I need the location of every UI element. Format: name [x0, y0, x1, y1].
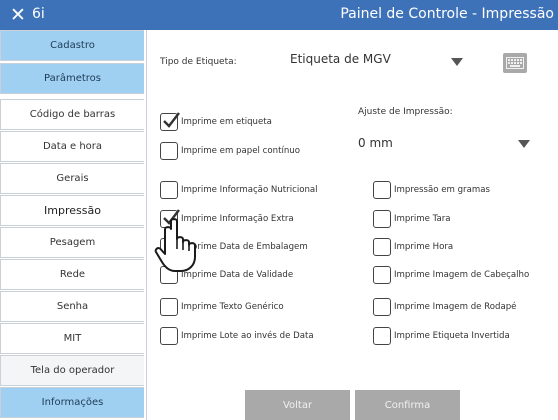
sidebar-item-impressao[interactable]: Impressão — [0, 195, 144, 226]
sidebar: Cadastro Parâmetros Código de barras Dat… — [0, 30, 147, 420]
sidebar-item-mit[interactable]: MIT — [0, 323, 144, 354]
chevron-down-icon — [518, 140, 530, 148]
sidebar-item-rede[interactable]: Rede — [0, 259, 144, 290]
print-adjust-value: 0 mm — [358, 136, 393, 150]
checkbox-label: Imprime Texto Genérico — [181, 302, 284, 312]
confirm-button[interactable]: Confirma — [355, 390, 460, 420]
chevron-down-icon — [451, 58, 463, 66]
checkbox-print-on-continuous-paper[interactable]: Imprime em papel contínuo — [160, 142, 300, 160]
sidebar-item-label: Código de barras — [29, 109, 116, 120]
checkbox-print-tare[interactable]: Imprime Tara — [373, 210, 451, 228]
title-bar: ✕ 6i Painel de Controle - Impressão — [0, 0, 558, 30]
checkbox-box[interactable] — [373, 238, 391, 256]
label-type-label: Tipo de Etiqueta: — [160, 57, 237, 67]
sidebar-item-label: Rede — [59, 269, 86, 280]
confirm-button-label: Confirma — [384, 399, 431, 411]
checkbox-box[interactable] — [373, 298, 391, 316]
sidebar-item-informacoes[interactable]: Informações — [0, 387, 144, 418]
print-adjust-label: Ajuste de Impressão: — [358, 107, 453, 117]
sidebar-item-label: MIT — [63, 333, 82, 344]
checkbox-label: Imprime Tara — [394, 214, 451, 224]
main-panel: Tipo de Etiqueta: Etiqueta de MGV Ajuste… — [148, 30, 558, 420]
keyboard-button[interactable] — [503, 53, 527, 73]
sidebar-item-gerais[interactable]: Gerais — [0, 163, 144, 194]
checkbox-box[interactable] — [160, 298, 178, 316]
checkbox-label: Imprime Imagem de Cabeçalho — [394, 270, 530, 280]
back-button[interactable]: Voltar — [245, 390, 350, 420]
print-adjust-dropdown[interactable]: 0 mm — [358, 136, 536, 156]
checkbox-nutritional-info[interactable]: Imprime Informação Nutricional — [160, 181, 318, 199]
sidebar-item-pesagem[interactable]: Pesagem — [0, 227, 144, 258]
label-type-value: Etiqueta de MGV — [290, 52, 391, 66]
checkbox-box[interactable] — [160, 327, 178, 345]
sidebar-divider — [146, 30, 147, 420]
back-button-label: Voltar — [282, 399, 313, 411]
checkbox-inverted-label[interactable]: Imprime Etiqueta Invertida — [373, 327, 510, 345]
checkbox-label: Imprime em etiqueta — [181, 117, 272, 127]
close-icon[interactable]: ✕ — [10, 3, 26, 27]
sidebar-item-data-e-hora[interactable]: Data e hora — [0, 131, 144, 162]
sidebar-item-label: Data e hora — [42, 141, 103, 152]
hand-pointer-icon — [154, 218, 196, 272]
label-type-dropdown[interactable]: Etiqueta de MGV — [290, 52, 465, 72]
checkbox-header-image[interactable]: Imprime Imagem de Cabeçalho — [373, 266, 529, 284]
checkbox-box[interactable] — [160, 181, 178, 199]
sidebar-item-codigo-de-barras[interactable]: Código de barras — [0, 99, 144, 130]
sidebar-item-label: Impressão — [44, 204, 101, 217]
check-icon — [163, 112, 180, 128]
sidebar-item-label: Cadastro — [50, 40, 95, 51]
checkbox-lot-instead-of-date[interactable]: Imprime Lote ao invés de Data — [160, 327, 314, 345]
checkbox-print-time[interactable]: Imprime Hora — [373, 238, 453, 256]
checkbox-label: Imprime em papel contínuo — [181, 146, 300, 156]
checkbox-box[interactable] — [373, 327, 391, 345]
checkbox-label: Impressão em gramas — [394, 185, 490, 195]
sidebar-item-cadastro[interactable]: Cadastro — [0, 30, 144, 61]
app-name: 6i — [32, 6, 45, 22]
checkbox-box[interactable] — [373, 266, 391, 284]
checkbox-print-on-label[interactable]: Imprime em etiqueta — [160, 112, 272, 131]
checkbox-label: Imprime Lote ao invés de Data — [181, 331, 314, 341]
sidebar-item-label: Parâmetros — [44, 73, 101, 84]
sidebar-item-label: Pesagem — [49, 237, 96, 248]
checkbox-box[interactable] — [160, 112, 180, 131]
checkbox-print-in-grams[interactable]: Impressão em gramas — [373, 181, 490, 199]
sidebar-item-label: Tela do operador — [30, 365, 115, 376]
checkbox-label: Imprime Imagem de Rodapé — [394, 302, 517, 312]
sidebar-item-label: Senha — [56, 301, 89, 312]
keyboard-icon — [506, 57, 524, 69]
checkbox-label: Imprime Etiqueta Invertida — [394, 331, 510, 341]
window-title: Painel de Controle - Impressão — [340, 6, 554, 22]
sidebar-item-label: Informações — [41, 397, 104, 408]
checkbox-label: Imprime Hora — [394, 242, 454, 252]
checkbox-box[interactable] — [373, 210, 391, 228]
sidebar-item-label: Gerais — [56, 173, 89, 184]
checkbox-generic-text[interactable]: Imprime Texto Genérico — [160, 298, 284, 316]
sidebar-item-senha[interactable]: Senha — [0, 291, 144, 322]
sidebar-item-parametros[interactable]: Parâmetros — [0, 63, 144, 94]
checkbox-box[interactable] — [373, 181, 391, 199]
checkbox-label: Imprime Informação Nutricional — [181, 185, 318, 195]
checkbox-box[interactable] — [160, 142, 178, 160]
sidebar-item-tela-do-operador[interactable]: Tela do operador — [0, 355, 144, 386]
checkbox-footer-image[interactable]: Imprime Imagem de Rodapé — [373, 298, 516, 316]
